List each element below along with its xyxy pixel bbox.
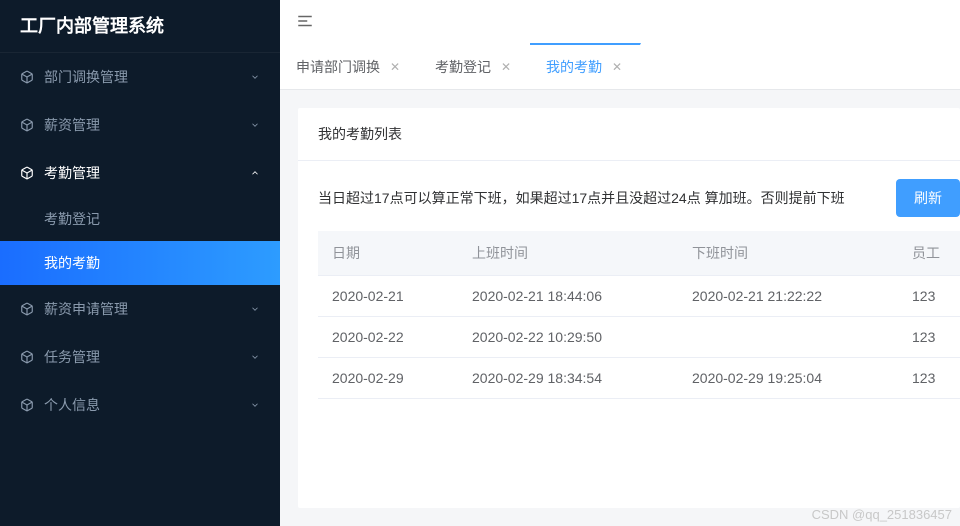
submenu-attendance: 考勤登记 我的考勤 <box>0 197 280 285</box>
refresh-button[interactable]: 刷新 <box>896 179 960 217</box>
sidebar-item-task[interactable]: 任务管理 <box>0 333 280 381</box>
cell-end: 2020-02-21 21:22:22 <box>678 276 898 317</box>
cell-date: 2020-02-21 <box>318 276 458 317</box>
sidebar-item-salary-request[interactable]: 薪资申请管理 <box>0 285 280 333</box>
cube-icon <box>20 350 34 364</box>
chevron-down-icon <box>250 352 260 362</box>
sidebar-item-salary[interactable]: 薪资管理 <box>0 101 280 149</box>
table-row: 2020-02-29 2020-02-29 18:34:54 2020-02-2… <box>318 358 960 399</box>
sidebar-item-label: 部门调换管理 <box>44 67 128 87</box>
tab-label: 申请部门调换 <box>296 57 380 77</box>
col-employee: 员工 <box>898 231 960 276</box>
col-date: 日期 <box>318 231 458 276</box>
chevron-down-icon <box>250 120 260 130</box>
cell-start: 2020-02-29 18:34:54 <box>458 358 678 399</box>
tab-apply-transfer[interactable]: 申请部门调换 ✕ <box>280 44 419 89</box>
sidebar-item-label: 薪资管理 <box>44 115 100 135</box>
attendance-table: 日期 上班时间 下班时间 员工 2020-02-21 2020-02-21 18… <box>318 231 960 399</box>
table-row: 2020-02-21 2020-02-21 18:44:06 2020-02-2… <box>318 276 960 317</box>
cube-icon <box>20 166 34 180</box>
tab-attendance-checkin[interactable]: 考勤登记 ✕ <box>419 44 530 89</box>
cell-emp: 123 <box>898 358 960 399</box>
submenu-item-my-attendance[interactable]: 我的考勤 <box>0 241 280 285</box>
close-icon[interactable]: ✕ <box>388 60 402 74</box>
toolbar: 当日超过17点可以算正常下班，如果超过17点并且没超过24点 算加班。否则提前下… <box>318 179 960 217</box>
chevron-down-icon <box>250 72 260 82</box>
tab-my-attendance[interactable]: 我的考勤 ✕ <box>530 43 641 89</box>
table-row: 2020-02-22 2020-02-22 10:29:50 123 <box>318 317 960 358</box>
sidebar-item-label: 个人信息 <box>44 395 100 415</box>
cell-start: 2020-02-21 18:44:06 <box>458 276 678 317</box>
chevron-down-icon <box>250 400 260 410</box>
cell-emp: 123 <box>898 317 960 358</box>
sidebar: 工厂内部管理系统 部门调换管理 薪资管理 <box>0 0 280 526</box>
submenu-item-checkin[interactable]: 考勤登记 <box>0 197 280 241</box>
app-title: 工厂内部管理系统 <box>0 0 280 53</box>
watermark: CSDN @qq_251836457 <box>812 507 952 522</box>
sidebar-item-profile[interactable]: 个人信息 <box>0 381 280 429</box>
cell-start: 2020-02-22 10:29:50 <box>458 317 678 358</box>
cube-icon <box>20 118 34 132</box>
content: 我的考勤列表 当日超过17点可以算正常下班，如果超过17点并且没超过24点 算加… <box>280 90 960 526</box>
close-icon[interactable]: ✕ <box>499 60 513 74</box>
tab-label: 考勤登记 <box>435 57 491 77</box>
topbar <box>280 0 960 44</box>
sidebar-menu: 部门调换管理 薪资管理 考勤管理 <box>0 53 280 526</box>
chevron-down-icon <box>250 304 260 314</box>
cell-end <box>678 317 898 358</box>
cell-date: 2020-02-22 <box>318 317 458 358</box>
cube-icon <box>20 398 34 412</box>
panel-title: 我的考勤列表 <box>298 108 960 161</box>
tabs: 申请部门调换 ✕ 考勤登记 ✕ 我的考勤 ✕ <box>280 44 960 90</box>
sidebar-item-label: 考勤管理 <box>44 163 100 183</box>
col-start-time: 上班时间 <box>458 231 678 276</box>
chevron-up-icon <box>250 168 260 178</box>
cube-icon <box>20 302 34 316</box>
panel: 我的考勤列表 当日超过17点可以算正常下班，如果超过17点并且没超过24点 算加… <box>298 108 960 508</box>
col-end-time: 下班时间 <box>678 231 898 276</box>
sidebar-item-department[interactable]: 部门调换管理 <box>0 53 280 101</box>
close-icon[interactable]: ✕ <box>610 60 624 74</box>
collapse-sidebar-icon[interactable] <box>296 12 314 33</box>
tab-label: 我的考勤 <box>546 57 602 77</box>
hint-text: 当日超过17点可以算正常下班，如果超过17点并且没超过24点 算加班。否则提前下… <box>318 188 884 208</box>
sidebar-item-label: 薪资申请管理 <box>44 299 128 319</box>
cell-date: 2020-02-29 <box>318 358 458 399</box>
main: 申请部门调换 ✕ 考勤登记 ✕ 我的考勤 ✕ 我的考勤列表 当日超过17点可以算… <box>280 0 960 526</box>
cell-end: 2020-02-29 19:25:04 <box>678 358 898 399</box>
cell-emp: 123 <box>898 276 960 317</box>
sidebar-item-attendance[interactable]: 考勤管理 <box>0 149 280 197</box>
cube-icon <box>20 70 34 84</box>
sidebar-item-label: 任务管理 <box>44 347 100 367</box>
